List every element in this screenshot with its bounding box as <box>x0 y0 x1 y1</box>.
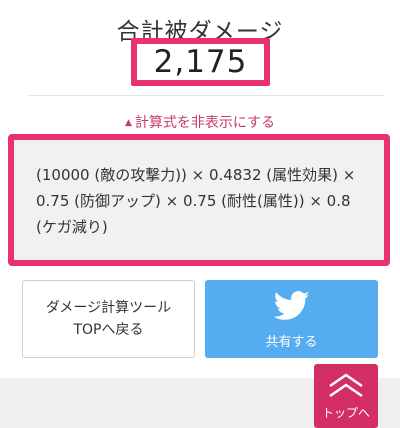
tool-button-line1: ダメージ計算ツール <box>45 300 172 316</box>
damage-value-box: 2,175 <box>131 38 270 86</box>
formula-text: (10000 (敵の攻撃力)) × 0.4832 (属性効果) × 0.75 (… <box>36 166 356 236</box>
back-to-tool-top-button[interactable]: ダメージ計算ツール TOPへ戻る <box>22 280 195 358</box>
divider <box>28 95 384 96</box>
double-chevron-up-icon <box>329 373 363 398</box>
twitter-share-button[interactable]: 共有する <box>205 280 378 358</box>
to-top-label: トップへ <box>321 406 370 420</box>
twitter-bird-icon <box>273 290 309 320</box>
damage-value: 2,175 <box>153 44 248 80</box>
hide-formula-label: 計算式を非表示にする <box>134 115 276 131</box>
damage-result-page: 合計被ダメージ 2,175 ▲ 計算式を非表示にする (10000 (敵の攻撃力)… <box>0 0 400 428</box>
back-to-top-button[interactable]: トップへ <box>314 364 378 428</box>
triangle-up-icon: ▲ <box>124 118 132 128</box>
share-label: 共有する <box>265 334 318 350</box>
hide-formula-link[interactable]: ▲ 計算式を非表示にする <box>0 112 400 132</box>
formula-box: (10000 (敵の攻撃力)) × 0.4832 (属性効果) × 0.75 (… <box>8 134 390 266</box>
tool-button-line2: TOPへ戻る <box>73 322 144 338</box>
